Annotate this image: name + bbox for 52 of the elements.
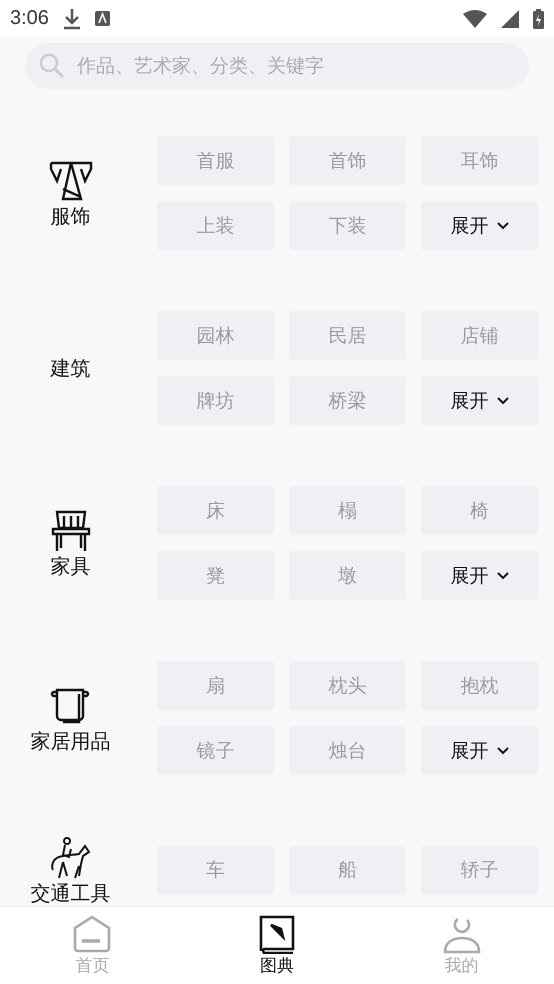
battery-icon: [533, 8, 544, 28]
chevron-down-icon: [496, 222, 508, 230]
tag-chip[interactable]: 床: [157, 486, 274, 535]
tag-chip[interactable]: 墩: [289, 551, 406, 600]
tag-chip[interactable]: 轿子: [421, 846, 538, 894]
tag-chip[interactable]: 榻: [289, 486, 406, 535]
category-name: 建筑: [50, 357, 90, 379]
robe-icon: [48, 159, 92, 203]
tag-chip[interactable]: 耳饰: [421, 136, 538, 185]
expand-button[interactable]: 展开: [421, 201, 538, 250]
nav-tab[interactable]: 我的: [369, 907, 554, 984]
tag-chip[interactable]: 烛台: [289, 726, 406, 775]
app-notification-icon: [94, 11, 110, 26]
tag-chip[interactable]: 店铺: [421, 311, 538, 360]
nav-tab[interactable]: 图典: [184, 907, 370, 984]
status-time: 3:06: [10, 7, 49, 30]
tag-chip[interactable]: 枕头: [289, 661, 406, 710]
expand-button[interactable]: 展开: [421, 551, 538, 600]
book-icon: [257, 914, 297, 954]
tag-chip[interactable]: 民居: [289, 311, 406, 360]
tag-chip[interactable]: 上装: [157, 201, 274, 250]
tag-chip[interactable]: 桥梁: [289, 376, 406, 425]
category-name: 服饰: [50, 205, 90, 227]
category-name: 交通工具: [30, 882, 110, 904]
tag-chip[interactable]: 首饰: [289, 136, 406, 185]
category-name: 家具: [50, 555, 90, 577]
tag-chip[interactable]: 抱枕: [421, 661, 538, 710]
category-name: 家居用品: [30, 730, 110, 752]
download-icon: [62, 8, 81, 30]
tag-chip[interactable]: 首服: [157, 136, 274, 185]
home-icon: [72, 914, 112, 954]
expand-button[interactable]: 展开: [421, 726, 538, 775]
tag-chip[interactable]: 镜子: [157, 726, 274, 775]
search-input[interactable]: 作品、艺术家、分类、关键字: [75, 54, 515, 78]
expand-button[interactable]: 展开: [421, 376, 538, 425]
tag-chip[interactable]: 园林: [157, 311, 274, 360]
tag-chip[interactable]: 扇: [157, 661, 274, 710]
tag-chip[interactable]: 车: [157, 846, 274, 894]
tag-chip[interactable]: 牌坊: [157, 376, 274, 425]
search-icon: [39, 53, 65, 79]
signal-icon: [501, 10, 519, 28]
tag-chip[interactable]: 下装: [289, 201, 406, 250]
search-field[interactable]: 作品、艺术家、分类、关键字: [25, 43, 529, 89]
tag-chip[interactable]: 船: [289, 846, 406, 894]
nav-tab[interactable]: 首页: [0, 907, 185, 984]
chevron-down-icon: [496, 396, 508, 404]
rider-icon: [48, 836, 92, 880]
chevron-down-icon: [496, 572, 508, 580]
chevron-down-icon: [496, 746, 508, 754]
wifi-icon: [463, 10, 487, 28]
tag-chip[interactable]: 椅: [421, 486, 538, 535]
tag-chip[interactable]: 凳: [157, 551, 274, 600]
